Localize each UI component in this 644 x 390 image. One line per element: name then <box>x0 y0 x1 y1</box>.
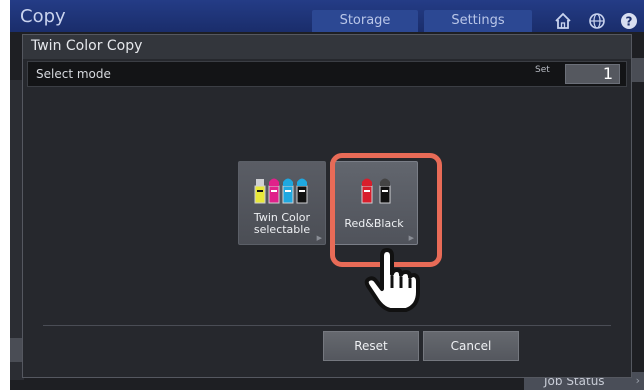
divider <box>43 325 611 326</box>
chevron-right-icon: › <box>635 374 640 387</box>
twin-color-label-line2: selectable <box>253 223 311 236</box>
corner-arrow-icon: ▶ <box>316 234 322 242</box>
svg-text:?: ? <box>626 15 633 29</box>
mode-label: Select mode <box>36 67 111 81</box>
tab-settings[interactable]: Settings <box>424 10 532 32</box>
app-title: Copy <box>20 6 66 27</box>
reset-button[interactable]: Reset <box>323 331 419 361</box>
twin-color-selectable-button[interactable]: Twin Color selectable ▶ <box>238 161 326 245</box>
help-icon[interactable]: ? <box>616 10 642 32</box>
set-count-field[interactable]: 1 <box>565 64 620 84</box>
set-label: Set <box>535 65 550 75</box>
top-bar: Copy Storage Settings ? <box>10 0 644 32</box>
globe-icon[interactable] <box>584 10 610 32</box>
dialog-header: Twin Color Copy <box>23 35 631 59</box>
four-color-toner-icon <box>254 178 308 204</box>
background-tab <box>632 58 644 82</box>
home-icon[interactable] <box>550 10 576 32</box>
dialog-title: Twin Color Copy <box>31 38 143 54</box>
twin-color-dialog: Twin Color Copy Select mode Set 1 Twin C… <box>22 34 632 378</box>
copier-screen: Copy Storage Settings ? Job Status › Twi… <box>10 0 644 390</box>
hand-pointer-icon <box>364 248 420 312</box>
tab-storage[interactable]: Storage <box>312 10 418 32</box>
cancel-button[interactable]: Cancel <box>423 331 519 361</box>
mode-bar: Select mode Set 1 <box>27 61 627 87</box>
